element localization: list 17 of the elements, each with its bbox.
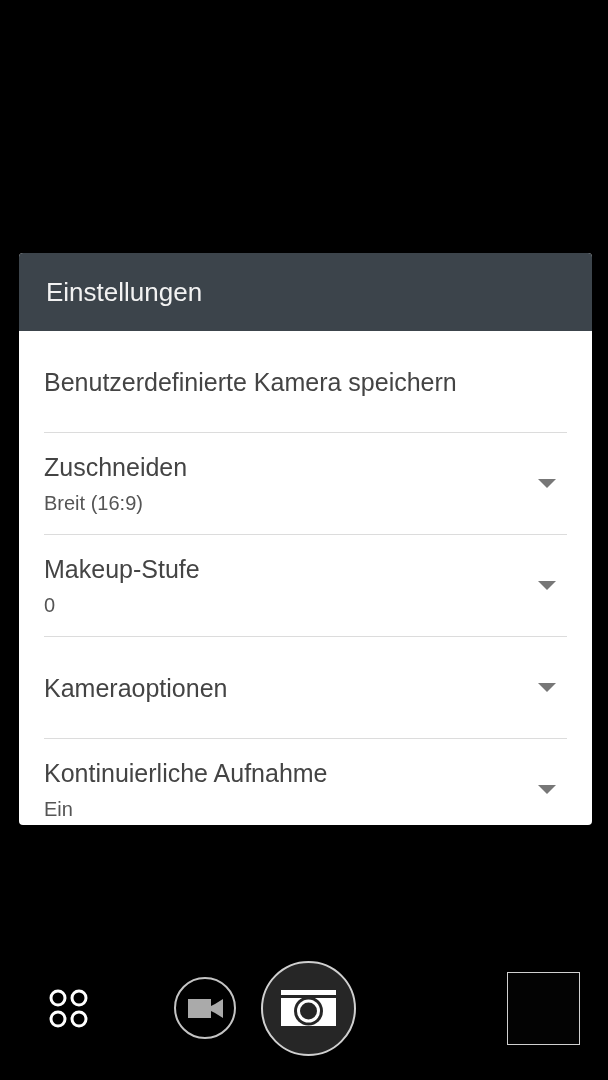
video-camera-icon	[187, 997, 223, 1019]
setting-value: Breit (16:9)	[44, 490, 143, 516]
dropdown-caret-icon[interactable]	[538, 785, 556, 794]
setting-label[interactable]: Kameraoptionen	[44, 672, 228, 703]
setting-label[interactable]: Zuschneiden	[44, 451, 188, 482]
gallery-thumbnail[interactable]	[507, 971, 580, 1045]
setting-label[interactable]: Kontinuierliche Aufnahme	[44, 757, 328, 788]
dialog-title: Einstellungen	[46, 277, 203, 307]
setting-label[interactable]: Benutzerdefinierte Kamera speichern	[44, 366, 457, 397]
dropdown-caret-icon[interactable]	[538, 581, 556, 590]
setting-label[interactable]: Makeup-Stufe	[44, 553, 200, 584]
camera-icon	[281, 990, 336, 1026]
grid-icon[interactable]	[49, 988, 88, 1028]
dropdown-caret-icon[interactable]	[538, 683, 556, 692]
setting-value: Ein	[44, 796, 73, 822]
dropdown-caret-icon[interactable]	[538, 479, 556, 488]
setting-value: 0	[44, 592, 56, 618]
